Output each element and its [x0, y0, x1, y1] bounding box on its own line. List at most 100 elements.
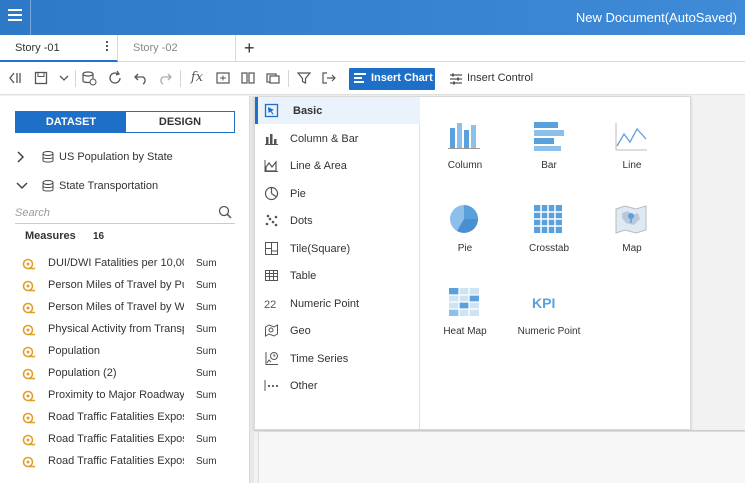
category-label: Table	[290, 270, 317, 282]
measure-item[interactable]: Road Traffic Fatalities Exposure Sum	[22, 431, 222, 451]
chart-type-label: Crosstab	[528, 243, 569, 254]
tab-story-02[interactable]: Story -02	[118, 35, 236, 62]
measure-ruler-icon	[22, 302, 35, 314]
redo-icon[interactable]	[157, 70, 173, 86]
chart-category-time-series[interactable]: Time Series	[255, 345, 420, 372]
measure-name: DUI/DWI Fatalities per 10,000	[48, 257, 184, 269]
kpi-icon: KPI	[532, 295, 555, 311]
chevron-down-icon[interactable]	[15, 179, 29, 193]
measure-aggregation[interactable]: Sum	[196, 346, 217, 357]
chart-category-table[interactable]: Table	[255, 262, 420, 289]
measure-aggregation[interactable]: Sum	[196, 434, 217, 445]
insert-chart-button[interactable]: Insert Chart	[349, 68, 435, 90]
refresh-icon[interactable]	[107, 70, 123, 86]
chart-type-crosstab[interactable]: Crosstab	[512, 193, 586, 263]
chart-category-pie[interactable]: Pie	[255, 180, 420, 207]
tab-label: Story -01	[15, 42, 60, 54]
chart-type-pie[interactable]: Pie	[428, 193, 502, 263]
formula-fx-icon[interactable]: fx	[189, 70, 205, 86]
toolbar-divider	[75, 70, 76, 87]
measure-item[interactable]: Population (2) Sum	[22, 365, 222, 385]
measure-item[interactable]: Road Traffic Fatalities Exposure Sum	[22, 453, 222, 473]
chart-type-label: Pie	[457, 243, 473, 254]
save-icon[interactable]	[33, 70, 49, 86]
chart-category-other[interactable]: Other	[255, 372, 420, 399]
toolbar-divider	[288, 70, 289, 87]
toolbar-divider	[180, 70, 181, 87]
measure-aggregation[interactable]: Sum	[196, 368, 217, 379]
chevron-right-icon[interactable]	[15, 150, 25, 164]
measure-name: Road Traffic Fatalities Exposure	[48, 411, 184, 423]
dataset-state-transportation[interactable]: State Transportation	[15, 177, 235, 197]
collapse-panel-icon[interactable]	[8, 70, 24, 86]
story-canvas[interactable]	[258, 431, 745, 483]
measure-aggregation[interactable]: Sum	[196, 280, 217, 291]
chart-type-column[interactable]: Column	[428, 110, 502, 180]
bar-chart-icon	[534, 122, 564, 151]
chart-category-list: Basic Column & Bar Line & Area Pie Dots Tile(…	[255, 97, 420, 429]
measure-aggregation[interactable]: Sum	[196, 258, 217, 269]
basic-icon	[264, 103, 279, 118]
dataset-tab[interactable]: DATASET	[16, 112, 126, 132]
category-label: Dots	[290, 215, 313, 227]
measure-item[interactable]: Physical Activity from Transportation Sum	[22, 321, 222, 341]
add-data-icon[interactable]	[81, 70, 97, 86]
filter-icon[interactable]	[296, 70, 312, 86]
chart-type-map[interactable]: Map	[595, 193, 669, 263]
numeric-point-icon: 22	[264, 299, 276, 311]
chart-category-column-bar[interactable]: Column & Bar	[255, 125, 420, 152]
chart-type-line[interactable]: Line	[595, 110, 669, 180]
tab-kebab-icon[interactable]	[106, 41, 109, 53]
chart-category-line-area[interactable]: Line & Area	[255, 152, 420, 179]
calculated-measure-icon[interactable]	[215, 70, 231, 86]
hamburger-menu-icon[interactable]	[8, 9, 22, 23]
chart-category-dots[interactable]: Dots	[255, 207, 420, 234]
measure-ruler-icon	[22, 390, 35, 402]
line-chart-icon	[615, 123, 647, 151]
measure-aggregation[interactable]: Sum	[196, 302, 217, 313]
measure-aggregation[interactable]: Sum	[196, 412, 217, 423]
measure-item[interactable]: Proximity to Major Roadways Sum	[22, 387, 222, 407]
story-tabs: Story -01 Story -02 +	[0, 35, 745, 62]
tab-story-01[interactable]: Story -01	[0, 35, 118, 62]
category-label: Other	[290, 380, 318, 392]
crosstab-icon	[534, 205, 562, 233]
measure-ruler-icon	[22, 258, 35, 270]
chart-category-basic[interactable]: Basic	[255, 97, 420, 124]
measure-item[interactable]: Person Miles of Travel by Public Sum	[22, 277, 222, 297]
measure-name: Population (2)	[48, 367, 117, 379]
chart-type-numeric-point[interactable]: KPI Numeric Point	[512, 276, 586, 346]
measure-item[interactable]: Person Miles of Travel by Walking Sum	[22, 299, 222, 319]
numeric-point-glyph: 22	[264, 299, 276, 311]
layout-columns-icon[interactable]	[240, 70, 256, 86]
document-title: New Document(AutoSaved)	[575, 10, 737, 25]
dataset-design-toggle: DATASET DESIGN	[15, 111, 235, 133]
measure-aggregation[interactable]: Sum	[196, 390, 217, 401]
measure-item[interactable]: Population Sum	[22, 343, 222, 363]
search-icon[interactable]	[218, 205, 232, 219]
measure-ruler-icon	[22, 456, 35, 468]
app-header: New Document(AutoSaved)	[0, 0, 745, 35]
design-tab[interactable]: DESIGN	[126, 112, 234, 132]
undo-icon[interactable]	[133, 70, 149, 86]
other-icon	[264, 380, 279, 391]
export-icon[interactable]	[321, 70, 337, 86]
dataset-us-population[interactable]: US Population by State	[15, 148, 235, 168]
heat-map-icon	[449, 288, 479, 316]
category-label: Column & Bar	[290, 132, 359, 145]
measure-aggregation[interactable]: Sum	[196, 456, 217, 467]
measure-item[interactable]: DUI/DWI Fatalities per 10,000 Sum	[22, 255, 222, 275]
chart-type-bar[interactable]: Bar	[512, 110, 586, 180]
copy-layout-icon[interactable]	[265, 70, 281, 86]
search-input[interactable]: Search	[15, 204, 235, 224]
chart-category-geo[interactable]: Geo	[255, 317, 420, 344]
chevron-down-icon[interactable]	[56, 70, 72, 86]
measure-aggregation[interactable]: Sum	[196, 324, 217, 335]
chart-category-tile-square[interactable]: Tile(Square)	[255, 235, 420, 262]
measure-item[interactable]: Road Traffic Fatalities Exposure Sum	[22, 409, 222, 429]
chart-type-heat-map[interactable]: Heat Map	[428, 276, 502, 346]
column-bar-icon	[265, 133, 278, 145]
chart-type-label: Bar	[541, 160, 557, 171]
add-tab-plus-icon[interactable]: +	[244, 38, 255, 59]
chart-category-numeric-point[interactable]: 22 Numeric Point	[255, 290, 420, 317]
